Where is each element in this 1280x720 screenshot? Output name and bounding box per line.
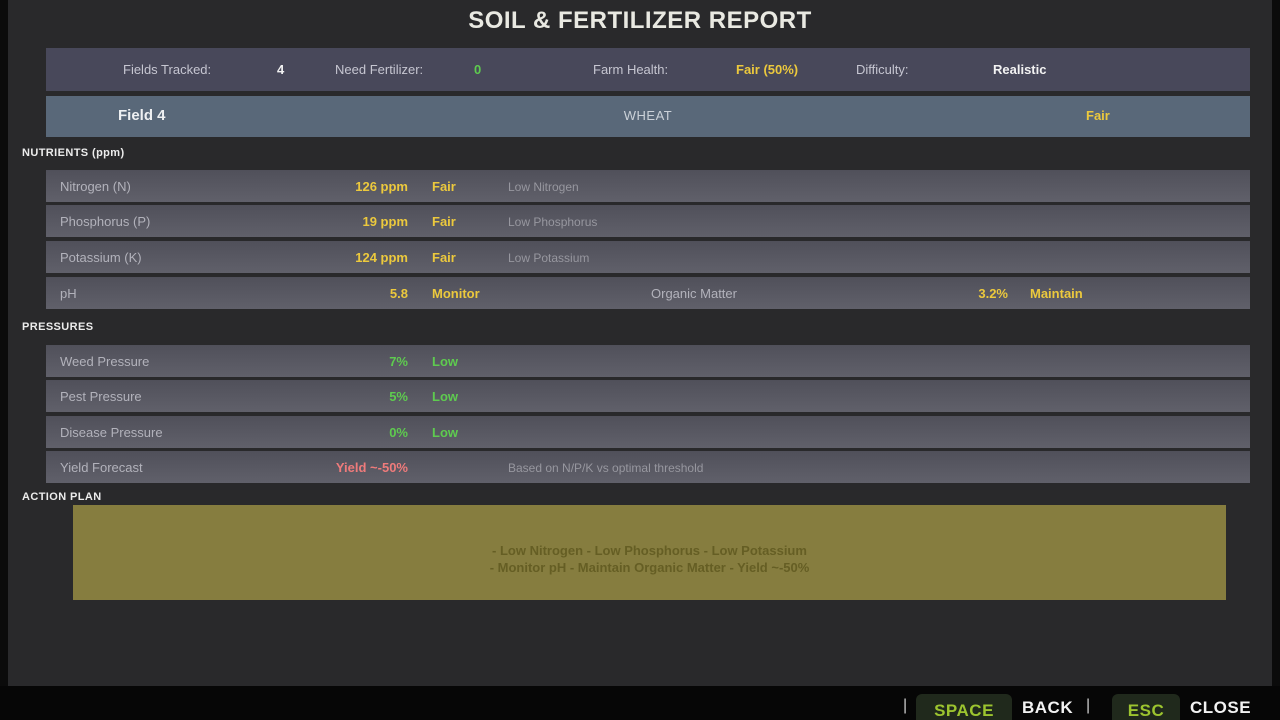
field-crop: WHEAT	[46, 108, 1250, 123]
pressure-row-disease: Disease Pressure 0% Low	[46, 416, 1250, 448]
pressure-status: Low	[432, 425, 458, 440]
nutrient-note: Low Potassium	[508, 251, 589, 265]
field-status: Fair	[1086, 108, 1110, 123]
esc-key-button[interactable]: ESC	[1112, 694, 1180, 720]
pressure-row-pest: Pest Pressure 5% Low	[46, 380, 1250, 412]
pressure-row-weed: Weed Pressure 7% Low	[46, 345, 1250, 377]
nutrient-note: Low Nitrogen	[508, 180, 579, 194]
field-header-bar[interactable]: Field 4 WHEAT Fair	[46, 96, 1250, 137]
action-plan-line-2: - Monitor pH - Maintain Organic Matter -…	[490, 559, 810, 576]
action-plan-section-label: ACTION PLAN	[22, 491, 102, 503]
footer-bar: | SPACE BACK | ESC CLOSE	[0, 686, 1280, 720]
organic-matter-value: 3.2%	[46, 286, 1008, 301]
difficulty-value: Realistic	[993, 62, 1046, 77]
fields-tracked-label: Fields Tracked:	[123, 62, 211, 77]
pressure-value: 0%	[46, 425, 408, 440]
pressure-value: 7%	[46, 354, 408, 369]
yield-forecast-value: Yield ~-50%	[46, 460, 408, 475]
action-plan-box: - Low Nitrogen - Low Phosphorus - Low Po…	[73, 505, 1226, 600]
space-key-button[interactable]: SPACE	[916, 694, 1012, 720]
yield-forecast-note: Based on N/P/K vs optimal threshold	[508, 461, 703, 475]
page-title: SOIL & FERTILIZER REPORT	[8, 7, 1272, 35]
report-panel: SOIL & FERTILIZER REPORT Fields Tracked:…	[8, 0, 1272, 686]
pressure-status: Low	[432, 389, 458, 404]
soil-fertilizer-report-screen: SOIL & FERTILIZER REPORT Fields Tracked:…	[0, 0, 1280, 720]
action-plan-line-1: - Low Nitrogen - Low Phosphorus - Low Po…	[492, 542, 807, 559]
farm-health-label: Farm Health:	[593, 62, 668, 77]
nutrient-value: 19 ppm	[46, 214, 408, 229]
yield-forecast-row: Yield Forecast Yield ~-50% Based on N/P/…	[46, 451, 1250, 483]
need-fertilizer-label: Need Fertilizer:	[335, 62, 423, 77]
back-button[interactable]: BACK	[1022, 698, 1073, 718]
nutrient-status: Fair	[432, 250, 456, 265]
pressure-value: 5%	[46, 389, 408, 404]
nutrient-status: Fair	[432, 214, 456, 229]
difficulty-label: Difficulty:	[856, 62, 909, 77]
pressures-section-label: PRESSURES	[22, 321, 93, 333]
need-fertilizer-value: 0	[474, 62, 481, 77]
close-button[interactable]: CLOSE	[1190, 698, 1251, 718]
organic-matter-status: Maintain	[1030, 286, 1083, 301]
nutrient-row-phosphorus: Phosphorus (P) 19 ppm Fair Low Phosphoru…	[46, 205, 1250, 237]
nutrient-row-nitrogen: Nitrogen (N) 126 ppm Fair Low Nitrogen	[46, 170, 1250, 202]
nutrient-status: Fair	[432, 179, 456, 194]
summary-stats-bar: Fields Tracked: 4 Need Fertilizer: 0 Far…	[46, 48, 1250, 91]
footer-separator: |	[903, 697, 907, 715]
nutrient-row-ph-organic: pH 5.8 Monitor Organic Matter 3.2% Maint…	[46, 277, 1250, 309]
footer-separator: |	[1086, 697, 1090, 715]
nutrients-section-label: NUTRIENTS (ppm)	[22, 147, 125, 159]
nutrient-value: 124 ppm	[46, 250, 408, 265]
fields-tracked-value: 4	[277, 62, 284, 77]
nutrient-row-potassium: Potassium (K) 124 ppm Fair Low Potassium	[46, 241, 1250, 273]
nutrient-value: 126 ppm	[46, 179, 408, 194]
farm-health-value: Fair (50%)	[736, 62, 798, 77]
nutrient-note: Low Phosphorus	[508, 215, 597, 229]
pressure-status: Low	[432, 354, 458, 369]
